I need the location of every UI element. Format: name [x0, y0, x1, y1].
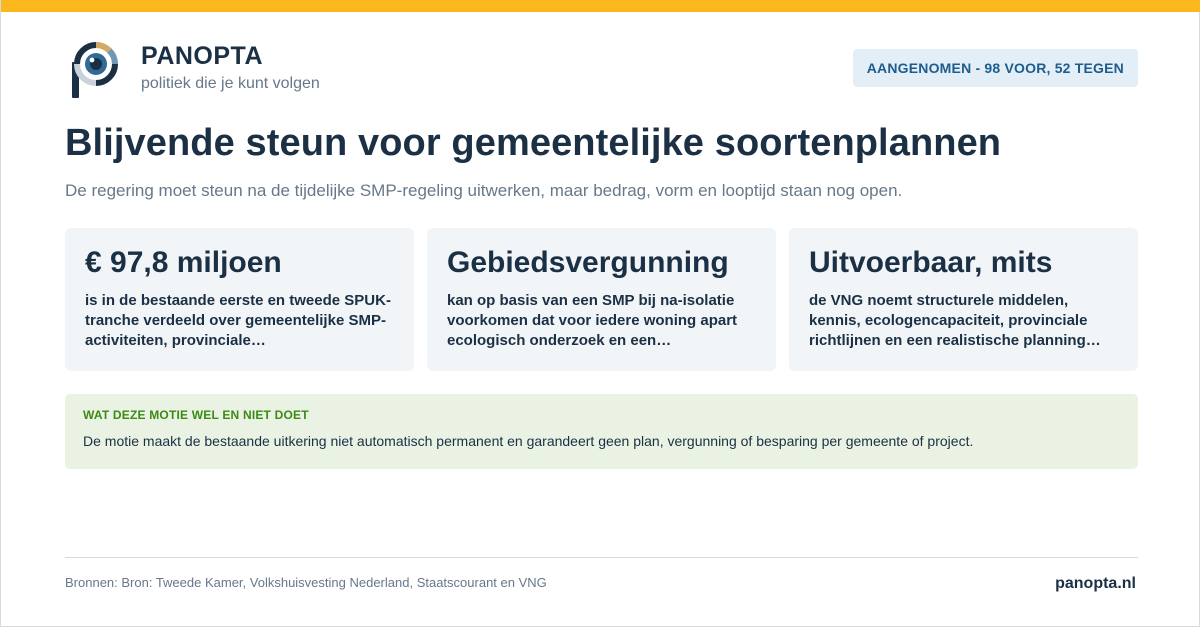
- fact-card-title: € 97,8 miljoen: [85, 246, 282, 279]
- sources-text: Bronnen: Bron: Tweede Kamer, Volkshuisve…: [65, 575, 547, 590]
- share-card: PANOPTA politiek die je kunt volgen AANG…: [0, 0, 1200, 627]
- fact-card-feasibility: Uitvoerbaar, mits de VNG noemt structure…: [789, 228, 1138, 371]
- fact-card-budget: € 97,8 miljoen is in de bestaande eerste…: [65, 228, 414, 371]
- fact-cards: € 97,8 miljoen is in de bestaande eerste…: [65, 228, 1138, 371]
- page-subtitle: De regering moet steun na de tijdelijke …: [65, 181, 903, 200]
- fact-card-text: is in de bestaande eerste en tweede SPUK…: [85, 292, 391, 349]
- fact-card-text: de VNG noemt structurele middelen, kenni…: [809, 292, 1088, 349]
- brand-tagline: politiek die je kunt volgen: [141, 75, 320, 92]
- brand-name: PANOPTA: [141, 42, 264, 70]
- site-domain-link[interactable]: panopta.nl: [1055, 575, 1136, 593]
- fact-card-permit: Gebiedsvergunning kan op basis van een S…: [427, 228, 776, 371]
- status-badge: AANGENOMEN - 98 VOOR, 52 TEGEN: [852, 49, 1138, 87]
- motion-note-text: De motie maakt de bestaande uitkering ni…: [83, 433, 974, 449]
- fact-card-title: Uitvoerbaar, mits: [809, 246, 1053, 279]
- motion-note-label: WAT DEZE MOTIE WEL EN NIET DOET: [83, 408, 309, 422]
- footer-divider: [65, 557, 1138, 558]
- page-title: Blijvende steun voor gemeentelijke soort…: [65, 122, 1002, 164]
- fact-card-text: kan op basis van een SMP bij na-isolatie…: [447, 292, 738, 349]
- eye-p-logo-icon: [72, 42, 118, 98]
- fact-card-title: Gebiedsvergunning: [447, 246, 729, 279]
- accent-bar: [1, 0, 1200, 12]
- motion-note: WAT DEZE MOTIE WEL EN NIET DOET De motie…: [65, 394, 1138, 469]
- header: PANOPTA politiek die je kunt volgen AANG…: [65, 42, 1138, 102]
